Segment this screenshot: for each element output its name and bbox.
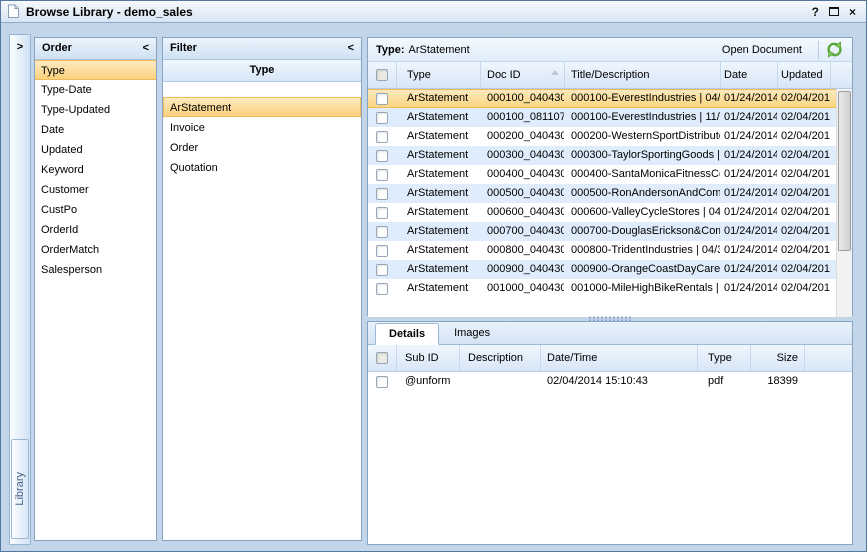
row-checkbox[interactable] xyxy=(376,131,388,143)
order-list: TypeType-DateType-UpdatedDateUpdatedKeyw… xyxy=(35,60,156,280)
maximize-button[interactable] xyxy=(829,7,839,16)
library-side-strip: > Library xyxy=(9,34,31,545)
details-grid-header: Sub ID Description Date/Time Type Size xyxy=(368,345,852,372)
list-item[interactable]: Updated xyxy=(35,140,156,160)
column-header-filler xyxy=(805,345,852,371)
row-checkbox[interactable] xyxy=(376,245,388,257)
results-grid-header: Type Doc ID Title/Description Date Updat… xyxy=(368,62,852,89)
type-label: Type: xyxy=(376,44,405,56)
expand-panel-button[interactable]: > xyxy=(10,35,30,53)
details-tabs: Details Images xyxy=(368,322,852,345)
list-item[interactable]: OrderMatch xyxy=(35,240,156,260)
library-tab-label: Library xyxy=(14,472,26,506)
title-bar[interactable]: Browse Library - demo_sales ? × xyxy=(1,1,866,23)
list-item[interactable]: Date xyxy=(35,120,156,140)
list-item[interactable]: Type-Date xyxy=(35,80,156,100)
list-item[interactable]: Invoice xyxy=(163,117,361,137)
column-header-type[interactable]: Type xyxy=(698,345,751,371)
filter-gap xyxy=(163,82,361,97)
row-checkbox[interactable] xyxy=(376,283,388,295)
results-grid-body: ArStatement 000100_040430 000100-Everest… xyxy=(368,89,852,317)
filter-panel: Filter < Type ArStatementInvoiceOrderQuo… xyxy=(162,37,362,541)
type-value: ArStatement xyxy=(409,44,470,56)
row-checkbox[interactable] xyxy=(376,93,388,105)
tab-details[interactable]: Details xyxy=(375,323,439,345)
table-row[interactable]: ArStatement 000100_040430 000100-Everest… xyxy=(368,89,852,108)
filter-panel-title: Filter xyxy=(170,38,197,59)
list-item[interactable]: CustPo xyxy=(35,200,156,220)
table-row[interactable]: @unform 02/04/2014 15:10:43 pdf 18399 xyxy=(368,372,852,391)
column-header-date-time[interactable]: Date/Time xyxy=(541,345,698,371)
details-panel: Details Images Sub ID Description Date/T… xyxy=(367,321,853,545)
results-toolbar: Type: ArStatement Open Document xyxy=(368,38,852,62)
list-item[interactable]: Keyword xyxy=(35,160,156,180)
table-row[interactable]: ArStatement 000600_040430 000600-ValleyC… xyxy=(368,203,852,222)
table-row[interactable]: ArStatement 001000_040430 001000-MileHig… xyxy=(368,279,852,298)
row-checkbox[interactable] xyxy=(376,169,388,181)
column-header-description[interactable]: Description xyxy=(460,345,541,371)
column-header-sub-id[interactable]: Sub ID xyxy=(397,345,460,371)
column-header-updated[interactable]: Updated xyxy=(778,62,831,88)
vertical-scrollbar[interactable] xyxy=(836,89,852,317)
tab-images[interactable]: Images xyxy=(440,322,504,344)
row-checkbox[interactable] xyxy=(376,207,388,219)
window-controls: ? × xyxy=(812,5,860,19)
list-item[interactable]: Salesperson xyxy=(35,260,156,280)
select-all-checkbox[interactable] xyxy=(376,69,388,81)
help-button[interactable]: ? xyxy=(812,5,819,19)
list-item[interactable]: Customer xyxy=(35,180,156,200)
column-header-title-description[interactable]: Title/Description xyxy=(565,62,721,88)
browse-library-window: Browse Library - demo_sales ? × > Librar… xyxy=(0,0,867,552)
row-checkbox[interactable] xyxy=(376,188,388,200)
table-row[interactable]: ArStatement 000100_081107 000100-Everest… xyxy=(368,108,852,127)
select-all-column-header[interactable] xyxy=(368,62,397,88)
refresh-icon[interactable] xyxy=(825,41,844,58)
filter-list: ArStatementInvoiceOrderQuotation xyxy=(163,97,361,177)
table-row[interactable]: ArStatement 000800_040430 000800-Trident… xyxy=(368,241,852,260)
order-panel: Order < TypeType-DateType-UpdatedDateUpd… xyxy=(34,37,157,541)
row-checkbox[interactable] xyxy=(376,226,388,238)
list-item[interactable]: Type xyxy=(35,60,156,80)
row-checkbox[interactable] xyxy=(376,150,388,162)
table-row[interactable]: ArStatement 000900_040430 000900-OrangeC… xyxy=(368,260,852,279)
column-header-size[interactable]: Size xyxy=(751,345,805,371)
window-title: Browse Library - demo_sales xyxy=(26,5,193,19)
open-document-button[interactable]: Open Document xyxy=(712,44,812,56)
column-header-date[interactable]: Date xyxy=(721,62,778,88)
list-item[interactable]: ArStatement xyxy=(163,97,361,117)
toolbar-right: Open Document xyxy=(712,41,844,59)
details-grid-body: @unform 02/04/2014 15:10:43 pdf 18399 xyxy=(368,372,852,544)
column-header-type[interactable]: Type xyxy=(397,62,481,88)
order-panel-title: Order xyxy=(42,38,72,59)
document-icon xyxy=(7,4,20,19)
filter-panel-header: Filter < xyxy=(163,38,361,60)
row-checkbox[interactable] xyxy=(376,264,388,276)
column-header-doc-id[interactable]: Doc ID xyxy=(481,62,565,88)
list-item[interactable]: Order xyxy=(163,137,361,157)
filter-column-header[interactable]: Type xyxy=(163,60,361,82)
table-row[interactable]: ArStatement 000200_040430 000200-Western… xyxy=(368,127,852,146)
scrollbar-thumb[interactable] xyxy=(838,91,851,251)
table-row[interactable]: ArStatement 000500_040430 000500-RonAnde… xyxy=(368,184,852,203)
row-checkbox[interactable] xyxy=(376,376,388,388)
order-panel-header: Order < xyxy=(35,38,156,60)
toolbar-separator xyxy=(818,41,819,59)
row-checkbox[interactable] xyxy=(376,112,388,124)
results-panel: Type: ArStatement Open Document Type Doc… xyxy=(367,37,853,316)
library-tab[interactable]: Library xyxy=(11,439,29,539)
collapse-left-icon[interactable]: < xyxy=(348,38,354,59)
select-all-column-header[interactable] xyxy=(368,345,397,371)
column-header-filler xyxy=(831,62,852,88)
select-all-checkbox[interactable] xyxy=(376,352,388,364)
collapse-left-icon[interactable]: < xyxy=(143,38,149,59)
close-button[interactable]: × xyxy=(849,5,856,19)
table-row[interactable]: ArStatement 000700_040430 000700-Douglas… xyxy=(368,222,852,241)
sort-ascending-icon xyxy=(551,70,559,75)
list-item[interactable]: Type-Updated xyxy=(35,100,156,120)
table-row[interactable]: ArStatement 000400_040430 000400-SantaMo… xyxy=(368,165,852,184)
list-item[interactable]: Quotation xyxy=(163,157,361,177)
table-row[interactable]: ArStatement 000300_040430 000300-TaylorS… xyxy=(368,146,852,165)
list-item[interactable]: OrderId xyxy=(35,220,156,240)
